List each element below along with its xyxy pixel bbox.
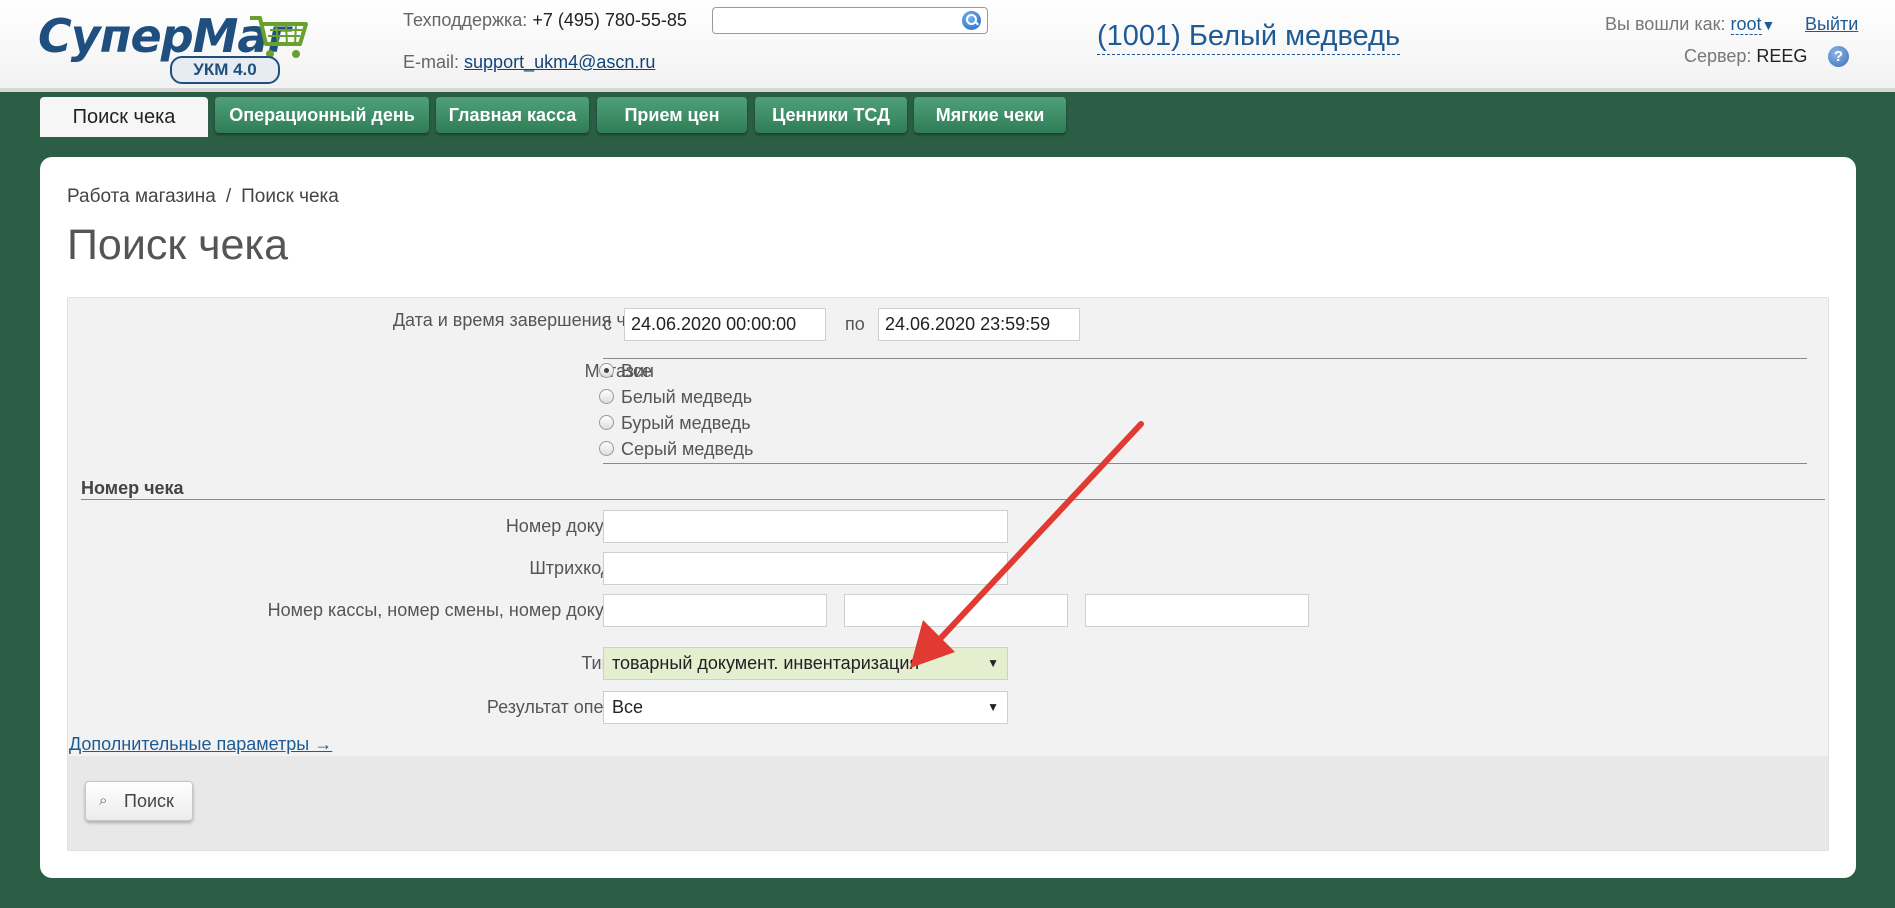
tab-main-cash[interactable]: Главная касса (436, 97, 589, 133)
kkm-shift-doc-label: Номер кассы, номер смены, номер документ… (267, 600, 654, 620)
chevron-down-icon: ▼ (987, 700, 999, 714)
support-phone-label: Техподдержка: (403, 10, 528, 30)
search-input[interactable] (712, 7, 988, 34)
receipt-type-value: товарный документ. инвентаризация (612, 653, 920, 673)
document-number-input[interactable] (603, 510, 1008, 543)
divider (603, 463, 1807, 464)
store-option-label: Серый медведь (621, 439, 754, 459)
tab-receipt-search[interactable]: Поиск чека (40, 97, 208, 137)
breadcrumb-current: Поиск чека (241, 186, 339, 207)
form-actions (68, 756, 1828, 850)
user-info: Вы вошли как: root▼ (1605, 14, 1775, 35)
search-form: Дата и время завершения чека с 24.06.202… (67, 297, 1829, 851)
support-email-link[interactable]: support_ukm4@ascn.ru (464, 52, 655, 72)
server-value: REEG (1756, 46, 1808, 66)
receipt-section-title: Номер чека (81, 478, 184, 498)
user-menu[interactable]: root (1730, 14, 1762, 35)
tab-operational-day[interactable]: Операционный день (215, 97, 429, 133)
datetime-from-input[interactable]: 24.06.2020 00:00:00 (624, 308, 826, 341)
shift-number-input[interactable] (844, 594, 1068, 627)
breadcrumb: Работа магазина / Поиск чека (67, 186, 339, 208)
radio-icon[interactable] (599, 415, 614, 430)
store-option-label: Все (621, 361, 653, 381)
store-option-label: Белый медведь (621, 387, 753, 407)
header: СуперМаг УКМ 4.0 Техподдержка: +7 (495) … (0, 0, 1895, 92)
tab-price-receive[interactable]: Прием цен (597, 97, 747, 133)
logo[interactable]: СуперМаг УКМ 4.0 (38, 8, 318, 84)
datetime-from-label: с (603, 314, 612, 334)
search-icon: ⌕ (99, 792, 108, 809)
tab-soft-receipts[interactable]: Мягкие чеки (914, 97, 1066, 133)
radio-icon[interactable] (599, 441, 614, 456)
support-email: E-mail: support_ukm4@ascn.ru (403, 52, 655, 73)
main-card: Работа магазина / Поиск чека Поиск чека Да… (40, 157, 1856, 878)
server-label: Сервер: (1684, 46, 1752, 66)
help-icon[interactable]: ? (1828, 46, 1849, 67)
logo-badge: УКМ 4.0 (170, 56, 280, 84)
user-label: Вы вошли как: (1605, 14, 1726, 34)
store-title[interactable]: (1001) Белый медведь (1097, 18, 1401, 55)
operation-result-select[interactable]: Все ▼ (603, 691, 1008, 724)
receipt-type-select[interactable]: товарный документ. инвентаризация ▼ (603, 647, 1008, 680)
server-info: Сервер: REEG (1684, 46, 1807, 67)
search-icon[interactable] (962, 11, 981, 30)
page-title: Поиск чека (67, 221, 289, 269)
kkm-number-input[interactable] (603, 594, 827, 627)
divider (603, 358, 1807, 359)
tab-price-tags-tsd[interactable]: Ценники ТСД (755, 97, 907, 133)
logout-link[interactable]: Выйти (1805, 14, 1858, 35)
cart-icon (250, 16, 308, 58)
logo-brand-a: Супер (38, 9, 194, 63)
more-params-link[interactable]: Дополнительные параметры → (69, 734, 332, 755)
store-option-label: Бурый медведь (621, 413, 751, 433)
chevron-down-icon[interactable]: ▼ (1762, 17, 1776, 33)
barcode-input[interactable] (603, 552, 1008, 585)
support-email-label: E-mail: (403, 52, 460, 72)
divider (81, 499, 1825, 500)
datetime-to-label: по (845, 314, 865, 334)
breadcrumb-parent[interactable]: Работа магазина (67, 186, 216, 207)
doc-number-input[interactable] (1085, 594, 1309, 627)
search-button[interactable]: ⌕ Поиск (85, 781, 193, 821)
radio-icon[interactable] (599, 389, 614, 404)
breadcrumb-separator: / (225, 186, 232, 207)
chevron-down-icon: ▼ (987, 656, 999, 670)
support-phone-value: +7 (495) 780-55-85 (532, 10, 687, 30)
operation-result-value: Все (612, 697, 644, 717)
support-phone: Техподдержка: +7 (495) 780-55-85 (403, 10, 687, 31)
radio-checked-icon[interactable] (599, 363, 614, 378)
datetime-to-input[interactable]: 24.06.2020 23:59:59 (878, 308, 1080, 341)
search-button-label: Поиск (124, 791, 174, 811)
datetime-label: Дата и время завершения чека (392, 310, 654, 330)
